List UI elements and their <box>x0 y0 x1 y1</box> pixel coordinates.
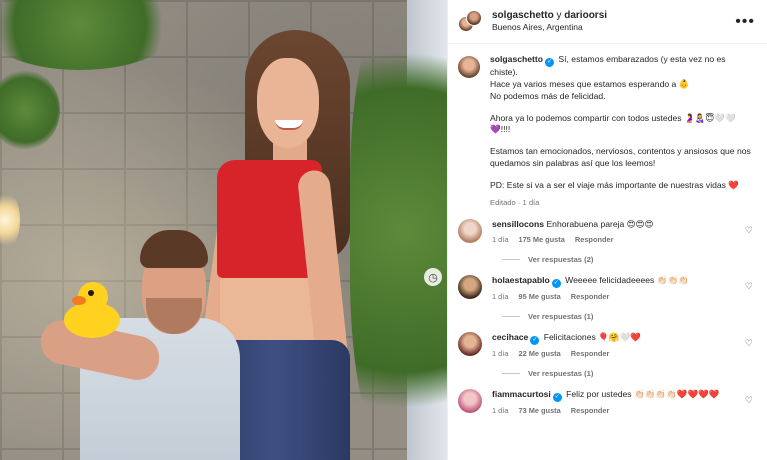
comment-item: sensillocons Enhorabuena pareja 😍😍😍 1 dí… <box>458 219 755 245</box>
caption-username[interactable]: solgaschetto <box>490 54 543 64</box>
comment-time: 1 día <box>492 348 509 358</box>
comment-username[interactable]: fiammacurtosi <box>492 389 551 399</box>
reply-button[interactable]: Responder <box>571 292 610 302</box>
comment-likes[interactable]: 73 Me gusta <box>518 406 560 416</box>
caption-body: solgaschetto ✓ Sí, estamos embarazados (y… <box>490 54 752 208</box>
verified-badge-icon: ✓ <box>530 335 540 345</box>
caption-line-5: 💜!!!! <box>490 124 511 135</box>
replies-divider <box>502 258 520 260</box>
verified-badge-icon: ✓ <box>552 392 562 402</box>
caption-line-2: Hace ya varios meses que estamos esperan… <box>490 78 690 89</box>
comment-time: 1 día <box>492 405 509 415</box>
caption-line-4: Ahora ya lo podemos compartir con todos … <box>490 112 736 123</box>
post-caption: solgaschetto ✓ Sí, estamos embarazados (y… <box>458 54 755 208</box>
avatar[interactable] <box>458 56 480 78</box>
reply-button[interactable]: Responder <box>571 406 610 416</box>
comment-body: cecihace ✓ Felicitaciones 🎈🤗🤍❤️ 1 día 22 … <box>492 332 755 359</box>
woman-face <box>257 58 319 148</box>
avatar[interactable] <box>458 274 482 299</box>
collab-avatars[interactable] <box>458 9 482 34</box>
verified-badge-icon: ✓ <box>551 278 561 288</box>
header-conjunction: y <box>556 9 562 21</box>
view-replies-button[interactable]: Ver respuestas (1) <box>502 312 755 321</box>
comment-time: 1 día <box>492 234 509 244</box>
comment-likes[interactable]: 95 Me gusta <box>518 292 560 302</box>
post-side-panel: solgaschetto y darioorsi Buenos Aires, A… <box>447 0 767 460</box>
duck-beak <box>72 296 86 305</box>
view-replies-button[interactable]: Ver respuestas (2) <box>502 255 755 264</box>
caption-edited: Editado · 1 día <box>490 197 540 207</box>
avatar[interactable] <box>466 9 482 26</box>
man-hair <box>140 230 208 268</box>
comment-username[interactable]: holaestapablo <box>492 275 550 285</box>
comment-meta: 1 día 22 Me gusta Responder <box>492 349 755 359</box>
rubber-duck <box>60 280 120 340</box>
post-photo[interactable]: ◷ <box>0 0 447 460</box>
caption-line: solgaschetto ✓ Sí, estamos embarazados (y… <box>490 54 752 79</box>
post-header: solgaschetto y darioorsi Buenos Aires, A… <box>448 0 767 44</box>
header-user1[interactable]: solgaschetto <box>492 10 554 21</box>
replies-divider <box>502 372 520 374</box>
header-authors: solgaschetto y darioorsi <box>492 10 735 23</box>
comment-time: 1 día <box>492 291 509 301</box>
heart-icon[interactable]: ♡ <box>745 395 753 406</box>
caption-line-3: No podemos más de felicidad. <box>490 90 606 101</box>
header-text: solgaschetto y darioorsi Buenos Aires, A… <box>492 10 735 33</box>
avatar[interactable] <box>458 331 482 356</box>
man-figure <box>36 228 240 460</box>
comment-text: Felicitaciones 🎈🤗🤍❤️ <box>543 331 641 342</box>
comment-body: fiammacurtosi ✓ Feliz por ustedes 👏🏻👏🏻👏🏻👏… <box>492 389 755 416</box>
more-options-icon[interactable]: ••• <box>735 13 755 31</box>
view-replies-button[interactable]: Ver respuestas (1) <box>502 369 755 378</box>
header-user2[interactable]: darioorsi <box>564 10 607 21</box>
comment-likes[interactable]: 22 Me gusta <box>518 349 560 359</box>
view-replies-label[interactable]: Ver respuestas (2) <box>528 255 593 264</box>
comment-text: Enhorabuena pareja 😍😍😍 <box>546 219 654 230</box>
reply-button[interactable]: Responder <box>571 349 610 359</box>
comment-item: holaestapablo ✓ Weeeee felicidadeeees 👏🏻👏… <box>458 274 755 302</box>
comment-meta: 1 día 73 Me gusta Responder <box>492 406 755 416</box>
view-replies-label[interactable]: Ver respuestas (1) <box>528 312 593 321</box>
comment-username[interactable]: cecihace <box>492 332 528 342</box>
heart-icon[interactable]: ♡ <box>745 281 753 292</box>
comment-item: fiammacurtosi ✓ Feliz por ustedes 👏🏻👏🏻👏🏻👏… <box>458 388 755 416</box>
comment-username[interactable]: sensillocons <box>492 219 544 229</box>
comments-scroll[interactable]: solgaschetto ✓ Sí, estamos embarazados (y… <box>448 44 767 460</box>
caption-line-7: PD: Este si va a ser el viaje más import… <box>490 180 740 191</box>
heart-icon[interactable]: ♡ <box>745 225 753 236</box>
reply-button[interactable]: Responder <box>575 235 614 245</box>
photo-badge-icon[interactable]: ◷ <box>424 268 442 286</box>
comment-text: Weeeee felicidadeeees 👏🏻👏🏻👏🏻 <box>565 274 689 285</box>
caption-line-6: Estamos tan emocionados, nerviosos, cont… <box>490 146 751 169</box>
verified-badge-icon: ✓ <box>545 58 555 67</box>
view-replies-label[interactable]: Ver respuestas (1) <box>528 369 593 378</box>
heart-icon[interactable]: ♡ <box>745 338 753 349</box>
comment-likes[interactable]: 175 Me gusta <box>518 235 564 245</box>
comment-text: Feliz por ustedes 👏🏻👏🏻👏🏻👏🏻❤️❤️❤️❤️ <box>566 388 720 399</box>
comment-meta: 1 día 95 Me gusta Responder <box>492 292 755 302</box>
comment-item: cecihace ✓ Felicitaciones 🎈🤗🤍❤️ 1 día 22 … <box>458 331 755 359</box>
comment-body: sensillocons Enhorabuena pareja 😍😍😍 1 dí… <box>492 219 755 245</box>
comment-body: holaestapablo ✓ Weeeee felicidadeeees 👏🏻👏… <box>492 275 755 302</box>
avatar[interactable] <box>458 219 482 244</box>
duck-eye <box>88 290 94 296</box>
comment-meta: 1 día 175 Me gusta Responder <box>492 235 755 245</box>
location-link[interactable]: Buenos Aires, Argentina <box>492 22 735 33</box>
replies-divider <box>502 315 520 317</box>
avatar[interactable] <box>458 388 482 413</box>
